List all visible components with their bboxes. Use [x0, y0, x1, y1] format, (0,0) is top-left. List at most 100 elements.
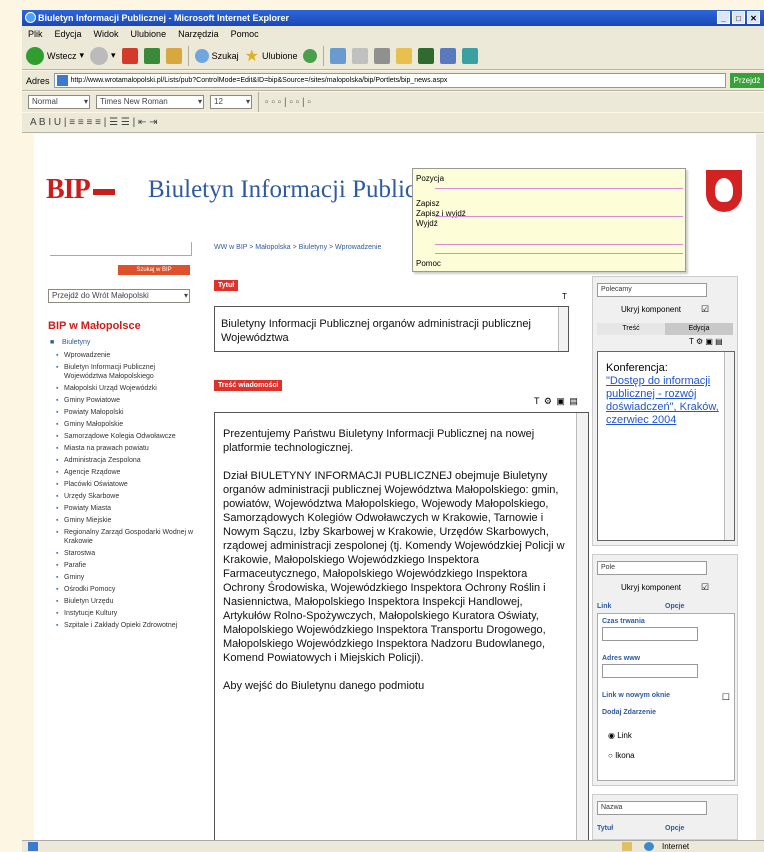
www-input[interactable] [602, 664, 698, 678]
stop-icon[interactable] [121, 47, 138, 64]
duration-input[interactable] [602, 627, 698, 641]
forward-arrow-icon [90, 46, 109, 65]
forward-button[interactable]: ▾ [90, 46, 116, 65]
tab-link[interactable]: Link [597, 601, 665, 612]
size-select[interactable]: 12 [210, 95, 252, 109]
zone-label: Internet [662, 842, 690, 851]
history-icon[interactable] [330, 47, 347, 64]
menu-file[interactable]: Plik [28, 29, 43, 39]
title-scrollbar[interactable] [558, 307, 568, 351]
text-format-icon[interactable]: T [562, 292, 567, 301]
nav-item[interactable]: Gminy Powiatowe [48, 396, 198, 405]
editor-toolbar: A B I U | ≡ ≡ ≡ ≡ | ☰ ☰ | ⇤ ⇥ [22, 113, 764, 133]
nav-item[interactable]: Powiaty Miasta [48, 504, 198, 513]
nav-item[interactable]: Starostwa [48, 549, 198, 558]
format-bar: Normal Times New Roman 12 ▫ ▫ ▫ | ▫ ▫ | … [22, 92, 764, 112]
nav-item[interactable]: Gminy Małopolskie [48, 420, 198, 429]
nav-item[interactable]: Wprowadzenie [48, 351, 198, 360]
popup-exit[interactable]: Wyjdź [416, 219, 466, 229]
tab-title[interactable]: Tytuł [597, 825, 665, 832]
tab-edit[interactable]: Edycja [665, 323, 733, 335]
browser-scrollbar[interactable] [756, 134, 764, 840]
close-button[interactable]: ✕ [747, 11, 760, 24]
name-input[interactable]: Nazwa [597, 801, 707, 815]
nav-root-biuletyny[interactable]: Biuletyny [48, 338, 198, 348]
nav-item[interactable]: Gminy [48, 573, 198, 582]
print-icon[interactable] [374, 47, 391, 64]
nav-item[interactable]: Małopolski Urząd Wojewódzki [48, 384, 198, 393]
search-button[interactable]: Szukaj [194, 48, 239, 63]
hide-component-checkbox[interactable]: ☑ [701, 304, 709, 315]
content-scrollbar[interactable] [576, 413, 588, 840]
minimize-button[interactable]: _ [717, 11, 730, 24]
nav-item[interactable]: Parafie [48, 561, 198, 570]
radio-icon[interactable]: ○ Ikona [608, 746, 730, 766]
link-title-input[interactable]: Pole [597, 561, 707, 575]
nav-item[interactable]: Administracja Zespolona [48, 456, 198, 465]
media-icon[interactable] [303, 48, 318, 63]
tab-content[interactable]: Treść [597, 323, 665, 335]
portal-select[interactable]: Przejdź do Wrót Małopolski [48, 289, 190, 303]
radio-link[interactable]: ◉ Link [608, 726, 730, 746]
content-paragraph-2: Dział BIULETYNY INFORMACJI PUBLICZNEJ ob… [223, 470, 565, 664]
breadcrumb[interactable]: WW w BIP > Małopolska > Biuletyny > Wpro… [214, 244, 381, 251]
content-editor[interactable]: Prezentujemy Państwu Biuletyny Informacj… [214, 412, 589, 840]
word-icon[interactable] [418, 47, 435, 64]
url-field[interactable]: http://www.wrotamalopolski.pl/Lists/pub?… [53, 73, 726, 88]
messenger-icon[interactable] [440, 47, 457, 64]
page-status-icon [28, 842, 38, 851]
nav-item[interactable]: Placówki Oświatowe [48, 480, 198, 489]
recommend-title-input[interactable]: Polecamy [597, 283, 707, 297]
hide-component-checkbox-2[interactable]: ☑ [701, 582, 709, 593]
maximize-button[interactable]: □ [732, 11, 745, 24]
back-button[interactable]: Wstecz ▾ [26, 46, 84, 65]
nav-item[interactable]: Agencje Rządowe [48, 468, 198, 477]
style-select[interactable]: Normal [28, 95, 90, 109]
recommend-scrollbar[interactable] [724, 352, 734, 540]
menu-favorites[interactable]: Ulubione [131, 29, 167, 39]
editor-buttons[interactable]: A B I U | ≡ ≡ ≡ ≡ | ☰ ☰ | ⇤ ⇥ [30, 117, 158, 128]
home-icon[interactable] [165, 47, 182, 64]
nav-item[interactable]: Regionalny Zarząd Gospodarki Wodnej w Kr… [48, 528, 198, 546]
new-window-checkbox[interactable]: ☐ [722, 692, 730, 703]
refresh-icon[interactable] [143, 47, 160, 64]
popup-help[interactable]: Pomoc [416, 259, 441, 268]
ie-icon [25, 12, 36, 23]
nav-item[interactable]: Urzędy Skarbowe [48, 492, 198, 501]
mail-icon[interactable] [352, 47, 369, 64]
go-button[interactable]: Przejdź [730, 73, 764, 88]
menu-help[interactable]: Pomoc [231, 29, 259, 39]
menu-view[interactable]: Widok [94, 29, 119, 39]
title-field[interactable]: Biuletyny Informacji Publicznej organów … [214, 306, 569, 352]
search-bip-button[interactable]: Szukaj w BIP [118, 265, 190, 275]
nav-item[interactable]: Biuletyn Informacji Publicznej Województ… [48, 363, 198, 381]
nav-item[interactable]: Instytucje Kultury [48, 609, 198, 618]
popup-save[interactable]: Zapisz [416, 199, 466, 209]
tab-options[interactable]: Opcje [665, 601, 733, 612]
popup-save-exit[interactable]: Zapisz i wyjdź [416, 209, 466, 219]
folder-icon[interactable] [396, 47, 413, 64]
recommend-content[interactable]: Konferencja: "Dostęp do informacji publi… [597, 351, 735, 541]
tab-options-2[interactable]: Opcje [665, 825, 733, 832]
discuss-icon[interactable] [462, 47, 479, 64]
nav-item[interactable]: Powiaty Małopolski [48, 408, 198, 417]
left-search-input[interactable] [50, 242, 192, 256]
search-icon [194, 48, 209, 63]
bip-logo[interactable]: BIP [46, 174, 115, 206]
menu-edit[interactable]: Edycja [55, 29, 82, 39]
nav-item[interactable]: Ośrodki Pomocy [48, 585, 198, 594]
nav-item[interactable]: Biuletyn Urzędu [48, 597, 198, 606]
conference-link[interactable]: "Dostęp do informacji publicznej - rozwó… [606, 375, 720, 427]
format-extra-icons[interactable]: ▫ ▫ ▫ | ▫ ▫ | ▫ [265, 97, 311, 108]
nav-item[interactable]: Miasta na prawach powiatu [48, 444, 198, 453]
nav-item[interactable]: Gminy Miejskie [48, 516, 198, 525]
content-tool-icons[interactable]: T ⚙ ▣ ▤ [534, 396, 579, 407]
conference-label: Konferencja: [606, 362, 668, 374]
favorites-button[interactable]: ★ Ulubione [245, 46, 298, 66]
panel-tool-icons[interactable]: T ⚙ ▣ ▤ [689, 337, 723, 346]
nav-item[interactable]: Szpitale i Zakłady Opieki Zdrowotnej [48, 621, 198, 630]
font-select[interactable]: Times New Roman [96, 95, 204, 109]
menu-tools[interactable]: Narzędzia [178, 29, 219, 39]
nav-item[interactable]: Samorządowe Kolegia Odwoławcze [48, 432, 198, 441]
hide-component-label: Ukryj komponent [621, 305, 682, 314]
